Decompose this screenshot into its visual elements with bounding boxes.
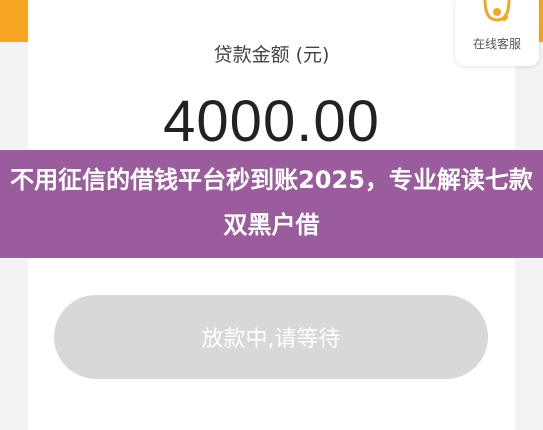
amount-label: 贷款金额 (元) [213, 44, 330, 66]
customer-service-label: 在线客服 [472, 37, 521, 51]
loan-amount: 4000.00 [163, 89, 380, 154]
overlay-title: 不用征信的借钱平台秒到账2025，专业解读七款双黑户借 [10, 166, 533, 239]
title-overlay: 不用征信的借钱平台秒到账2025，专业解读七款双黑户借 [0, 150, 543, 258]
headset-icon [483, 0, 511, 22]
customer-service-button[interactable]: 在线客服 [455, 0, 539, 66]
status-button[interactable]: 放款中,请等待 [54, 295, 488, 379]
